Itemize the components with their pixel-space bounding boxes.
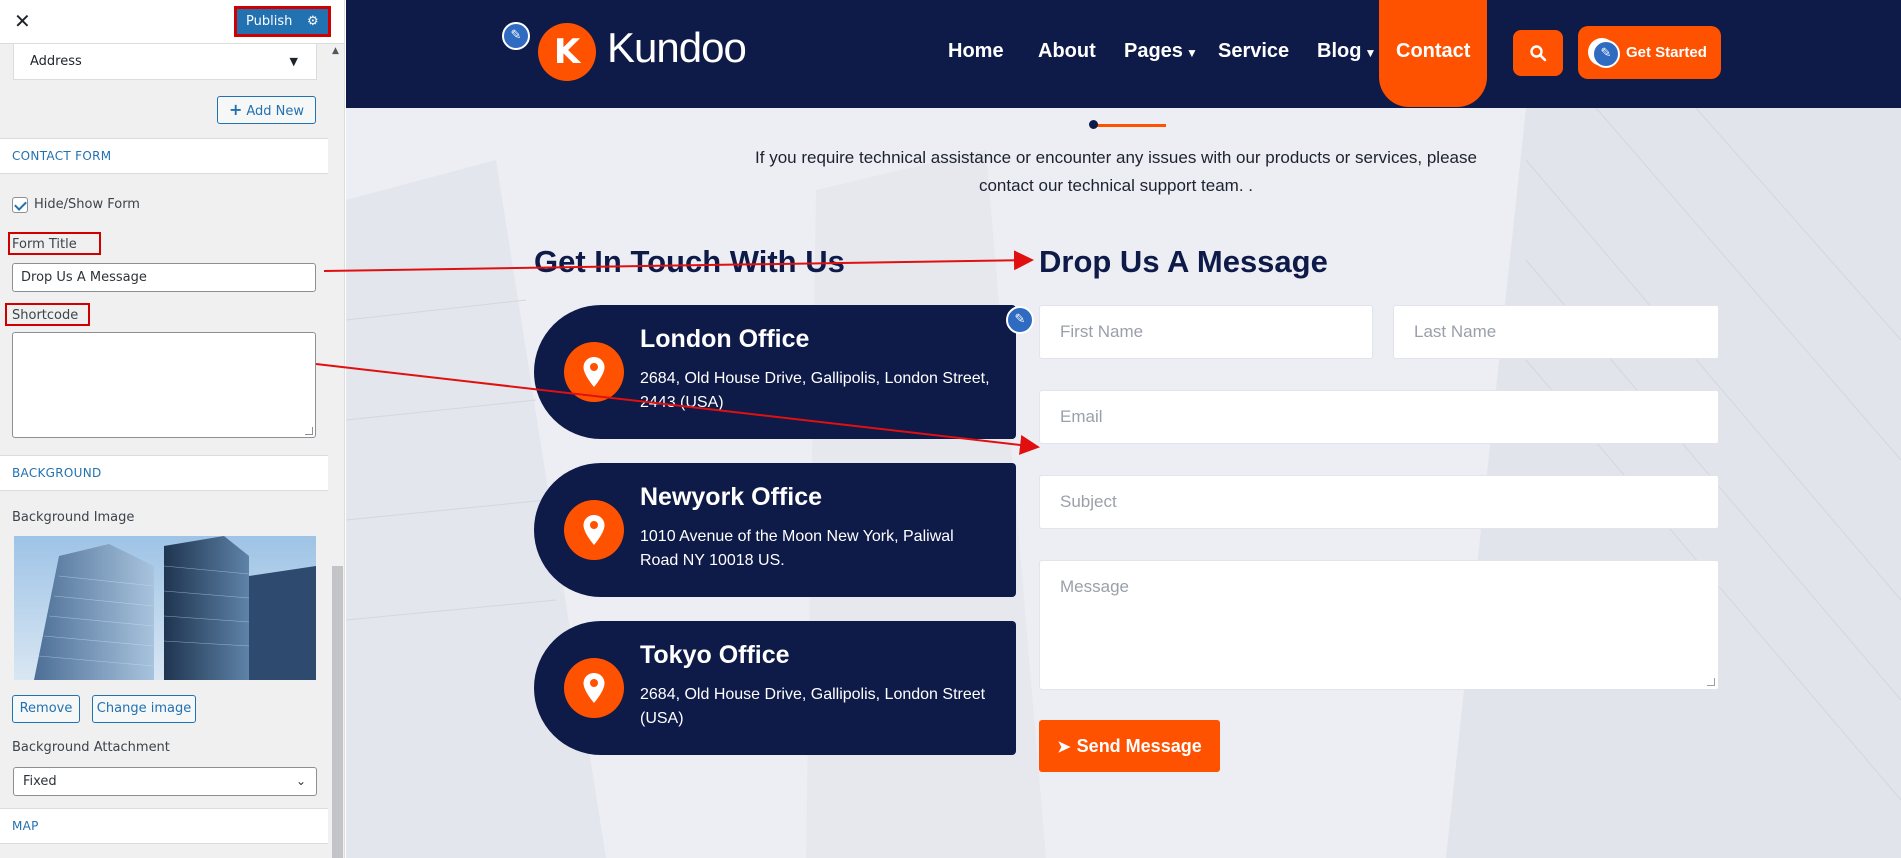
close-icon[interactable]: ✕ <box>14 8 31 34</box>
message-placeholder: Message <box>1060 577 1129 596</box>
background-image-preview <box>14 536 316 680</box>
intro-text: If you require technical assistance or e… <box>716 144 1516 200</box>
office-address: 2684, Old House Drive, Gallipolis, Londo… <box>640 686 986 727</box>
office-address: 2684, Old House Drive, Gallipolis, Londo… <box>640 370 990 411</box>
scroll-up-icon[interactable]: ▲ <box>332 46 339 56</box>
customizer-sidebar: ✕ Publish ⚙ Address ▼ + Add New CONTACT F… <box>0 0 345 858</box>
location-pin-icon <box>564 500 624 560</box>
background-section-heading[interactable]: BACKGROUND <box>0 455 328 491</box>
add-new-button[interactable]: + Add New <box>217 96 316 124</box>
subject-input[interactable]: Subject <box>1039 475 1719 529</box>
office-card-tokyo: Tokyo Office 2684, Old House Drive, Gall… <box>534 621 1016 755</box>
form-title-heading: Drop Us A Message <box>1039 244 1328 279</box>
resize-handle[interactable] <box>1707 678 1715 686</box>
contact-form-section-heading[interactable]: CONTACT FORM <box>0 138 328 174</box>
email-input[interactable]: Email <box>1039 390 1719 444</box>
nav-item-blog[interactable]: Blog ▼ <box>1317 40 1376 63</box>
nav-item-contact[interactable]: Contact <box>1396 40 1470 63</box>
send-message-label: Send Message <box>1076 736 1202 756</box>
get-started-label: Get Started <box>1626 44 1707 61</box>
edit-pencil-icon[interactable]: ✎ <box>1592 40 1620 68</box>
nav-item-blog-label: Blog <box>1317 40 1362 62</box>
background-attachment-value: Fixed <box>23 774 57 789</box>
nav-item-pages[interactable]: Pages ▼ <box>1124 40 1198 63</box>
send-message-button[interactable]: ➤ Send Message <box>1039 720 1220 772</box>
edit-pencil-icon[interactable]: ✎ <box>1006 306 1034 334</box>
edit-pencil-icon[interactable]: ✎ <box>502 22 530 50</box>
nav-item-pages-label: Pages <box>1124 40 1183 62</box>
nav-item-home[interactable]: Home <box>948 40 1004 63</box>
map-section-heading[interactable]: MAP <box>0 808 328 844</box>
change-image-button[interactable]: Change image <box>92 695 196 723</box>
background-attachment-select[interactable]: Fixed ⌄ <box>13 767 317 796</box>
hide-show-form-toggle[interactable]: Hide/Show Form <box>12 196 140 214</box>
location-pin-icon <box>564 658 624 718</box>
nav-item-about[interactable]: About <box>1038 40 1096 63</box>
office-name: London Office <box>640 325 810 353</box>
customizer-header: ✕ Publish ⚙ <box>0 0 344 44</box>
shortcode-label: Shortcode <box>12 308 79 323</box>
search-icon <box>1530 45 1547 62</box>
office-card-london: London Office 2684, Old House Drive, Gal… <box>534 305 1016 439</box>
send-icon: ➤ <box>1057 739 1071 756</box>
nav-item-service[interactable]: Service <box>1218 40 1289 63</box>
sidebar-scrollbar-thumb[interactable] <box>332 566 343 858</box>
resize-handle[interactable] <box>305 427 313 435</box>
caret-down-icon: ▼ <box>289 55 298 68</box>
background-image-label: Background Image <box>12 510 135 525</box>
office-address: 1010 Avenue of the Moon New York, Paliwa… <box>640 528 954 569</box>
publish-label: Publish <box>246 14 293 29</box>
first-name-input[interactable]: First Name <box>1039 305 1373 359</box>
address-select[interactable]: Address ▼ <box>13 44 317 80</box>
hide-show-checkbox[interactable] <box>12 196 28 213</box>
logo-mark[interactable]: K <box>538 23 596 81</box>
section-divider <box>1089 120 1166 129</box>
shortcode-textarea[interactable] <box>12 332 316 438</box>
site-preview: ✎ K Kundoo Home About Pages ▼ Service Blo… <box>346 0 1901 858</box>
get-in-touch-title: Get In Touch With Us <box>534 244 845 279</box>
location-pin-icon <box>564 342 624 402</box>
add-new-label: Add New <box>246 104 305 119</box>
office-name: Tokyo Office <box>640 641 790 669</box>
intro-line-1: If you require technical assistance or e… <box>755 148 1477 167</box>
logo-text[interactable]: Kundoo <box>607 24 747 72</box>
search-button[interactable] <box>1513 30 1563 76</box>
message-textarea[interactable]: Message <box>1039 560 1719 690</box>
background-attachment-label: Background Attachment <box>12 740 170 755</box>
site-header: ✎ K Kundoo Home About Pages ▼ Service Blo… <box>346 0 1901 108</box>
address-select-value: Address <box>30 54 82 69</box>
last-name-input[interactable]: Last Name <box>1393 305 1719 359</box>
intro-line-2: contact our technical support team. . <box>978 176 1254 195</box>
caret-down-icon: ▼ <box>1364 46 1377 60</box>
hide-show-label: Hide/Show Form <box>34 197 140 212</box>
form-title-input[interactable]: Drop Us A Message <box>12 263 316 292</box>
chevron-down-icon: ⌄ <box>295 774 306 788</box>
form-title-label: Form Title <box>12 237 77 252</box>
publish-button[interactable]: Publish ⚙ <box>237 9 328 34</box>
office-card-newyork: Newyork Office 1010 Avenue of the Moon N… <box>534 463 1016 597</box>
office-name: Newyork Office <box>640 483 823 511</box>
remove-image-button[interactable]: Remove <box>12 695 80 723</box>
plus-icon: + <box>228 100 243 119</box>
caret-down-icon: ▼ <box>1185 46 1198 60</box>
gear-icon[interactable]: ⚙ <box>307 9 319 34</box>
